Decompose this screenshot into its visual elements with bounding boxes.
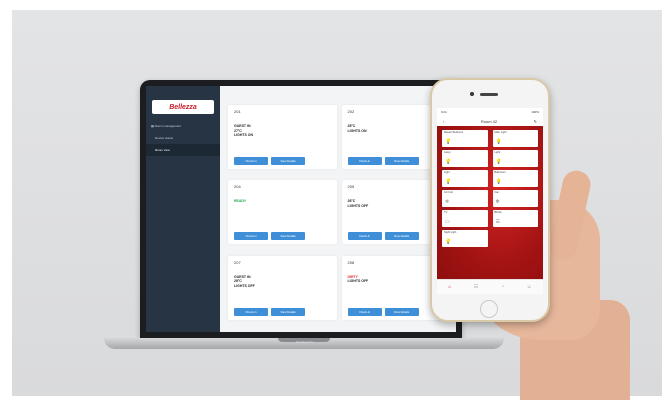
room-card[interactable]: 201 GUEST IN 27°C LIGHTS ON Check-in View Det…	[228, 105, 337, 169]
bulb-icon: ❄	[445, 199, 450, 205]
room-number: 201	[234, 109, 241, 114]
brand-logo-text: Bellezza	[169, 103, 197, 111]
device-tile[interactable]: TV ▭	[442, 210, 488, 227]
check-in-button[interactable]: Check-in	[347, 307, 382, 316]
camera-icon	[470, 92, 474, 96]
room-status-block: GUEST IN 27°C LIGHTS ON	[234, 124, 331, 138]
phone-status-bar: 9:41 100%	[437, 108, 543, 116]
bulb-icon: ☰	[495, 219, 500, 225]
bulb-icon: 💡	[445, 159, 452, 165]
device-tile[interactable]: AC Unit ❄	[442, 190, 488, 207]
device-tile-label: Night Light	[444, 231, 457, 234]
device-tile[interactable]: Night Light 💡	[442, 230, 488, 247]
home-button[interactable]	[480, 300, 498, 318]
bulb-icon: 💡	[495, 139, 502, 145]
room-card[interactable]: 204 READY Check-in View Details	[228, 180, 337, 245]
bulb-icon: ✻	[495, 199, 500, 205]
room-grid: 201 GUEST IN 27°C LIGHTS ON Check-in View Det…	[220, 86, 456, 332]
device-tile[interactable]: Light 💡	[442, 170, 488, 187]
view-details-button[interactable]: View Details	[384, 157, 419, 165]
view-details-button[interactable]: View Details	[384, 232, 419, 241]
check-in-button[interactable]: Check-in	[234, 232, 268, 241]
device-tile-label: TV	[444, 211, 448, 214]
device-tile-label: Light	[444, 171, 450, 174]
sidebar-item-device-status[interactable]: Device status	[146, 132, 220, 144]
view-details-button[interactable]: View Details	[384, 307, 419, 316]
sidebar-item-label: Device status	[155, 136, 174, 140]
back-icon[interactable]: ‹	[443, 119, 444, 124]
room-status-block: GUEST IN 28°C LIGHTS OFF	[234, 275, 331, 289]
bulb-icon: ▭	[445, 219, 450, 225]
bulb-icon: 💡	[495, 159, 502, 165]
device-tile[interactable]: Master Bedroom 💡	[442, 130, 488, 147]
device-tile-label: AC Unit	[444, 191, 453, 194]
sidebar: Bellezza ▦ Room management Device status…	[146, 86, 220, 332]
check-in-button[interactable]: Check-in	[347, 157, 382, 165]
sidebar-item-label: Room view	[155, 148, 170, 152]
room-actions: Check-in View Details	[347, 307, 419, 316]
room-status-line: LIGHTS OFF	[234, 283, 255, 288]
view-details-button[interactable]: View Details	[271, 232, 305, 241]
device-tile-label: Bathroom	[494, 171, 506, 174]
view-details-button[interactable]: View Details	[271, 307, 305, 316]
device-tile[interactable]: Main Light 💡	[492, 130, 538, 147]
status-time: 9:41	[441, 110, 447, 114]
room-actions: Check-in View Details	[234, 232, 305, 241]
device-tile-label: Lamp	[444, 151, 451, 154]
phone-tab-bar: ⌂ ☷ ◔ ☺	[437, 279, 543, 294]
device-tile-label: Master Bedroom	[444, 131, 464, 134]
device-tile-grid: Master Bedroom 💡 Main Light 💡 Lamp 💡 Light …	[437, 126, 543, 280]
list-icon[interactable]: ☷	[474, 284, 478, 290]
status-battery: 100%	[531, 110, 539, 114]
room-status-line: LIGHTS ON	[234, 133, 254, 137]
speaker-grille	[480, 93, 498, 96]
check-in-button[interactable]: Check-in	[347, 232, 382, 241]
bulb-icon: 💡	[445, 139, 452, 145]
check-in-button[interactable]: Check-in	[234, 307, 268, 316]
device-tile[interactable]: Lamp 💡	[442, 150, 488, 167]
room-status-block: READY	[234, 199, 331, 204]
view-details-button[interactable]: View Details	[271, 157, 305, 165]
room-number: 204	[234, 184, 241, 190]
device-tile[interactable]: Bathroom 💡	[492, 170, 538, 187]
room-status-badge: READY	[234, 199, 247, 204]
chart-icon[interactable]: ◔	[501, 284, 504, 290]
home-icon[interactable]: ⌂	[448, 284, 451, 290]
room-card[interactable]: 207 GUEST IN 28°C LIGHTS OFF Check-in View De…	[228, 255, 337, 320]
device-tile[interactable]: Light 💡	[492, 150, 538, 167]
sidebar-section-room-management[interactable]: ▦ Room management	[146, 120, 220, 132]
bulb-icon: 💡	[445, 179, 452, 185]
bulb-icon: 💡	[445, 239, 452, 245]
sidebar-item-room-view[interactable]: Room view	[146, 144, 220, 156]
bulb-icon: 💡	[495, 179, 502, 185]
room-actions: Check-in View Details	[234, 307, 305, 316]
profile-icon[interactable]: ☺	[527, 284, 532, 290]
laptop-screen: Bellezza ▦ Room management Device status…	[140, 80, 462, 338]
phone-header-title: Room 42	[480, 119, 498, 124]
device-tile-label: Blinds	[494, 211, 502, 214]
room-actions: Check-in View Details	[347, 232, 419, 241]
device-tile-label: Fan	[494, 191, 499, 194]
dashboard-app: Bellezza ▦ Room management Device status…	[146, 86, 456, 332]
check-in-button[interactable]: Check-in	[234, 157, 268, 165]
smartphone: 9:41 100% ‹ Room 42 ✎ Master Bedroom 💡 Ma…	[430, 78, 550, 322]
room-actions: Check-in View Details	[347, 157, 419, 165]
laptop-model-label: MacBook Pro	[295, 340, 314, 344]
room-number: 207	[234, 259, 241, 265]
phone-screen: 9:41 100% ‹ Room 42 ✎ Master Bedroom 💡 Ma…	[437, 108, 543, 294]
room-actions: Check-in View Details	[234, 157, 305, 165]
sidebar-section-label: Room management	[154, 124, 182, 128]
device-tile[interactable]: Fan ✻	[492, 190, 538, 207]
device-tile[interactable]: Blinds ☰	[492, 210, 538, 227]
edit-icon[interactable]: ✎	[534, 119, 537, 124]
brand-logo: Bellezza	[152, 100, 214, 114]
device-tile-label: Main Light	[494, 131, 507, 134]
device-tile-label: Light	[494, 151, 501, 154]
